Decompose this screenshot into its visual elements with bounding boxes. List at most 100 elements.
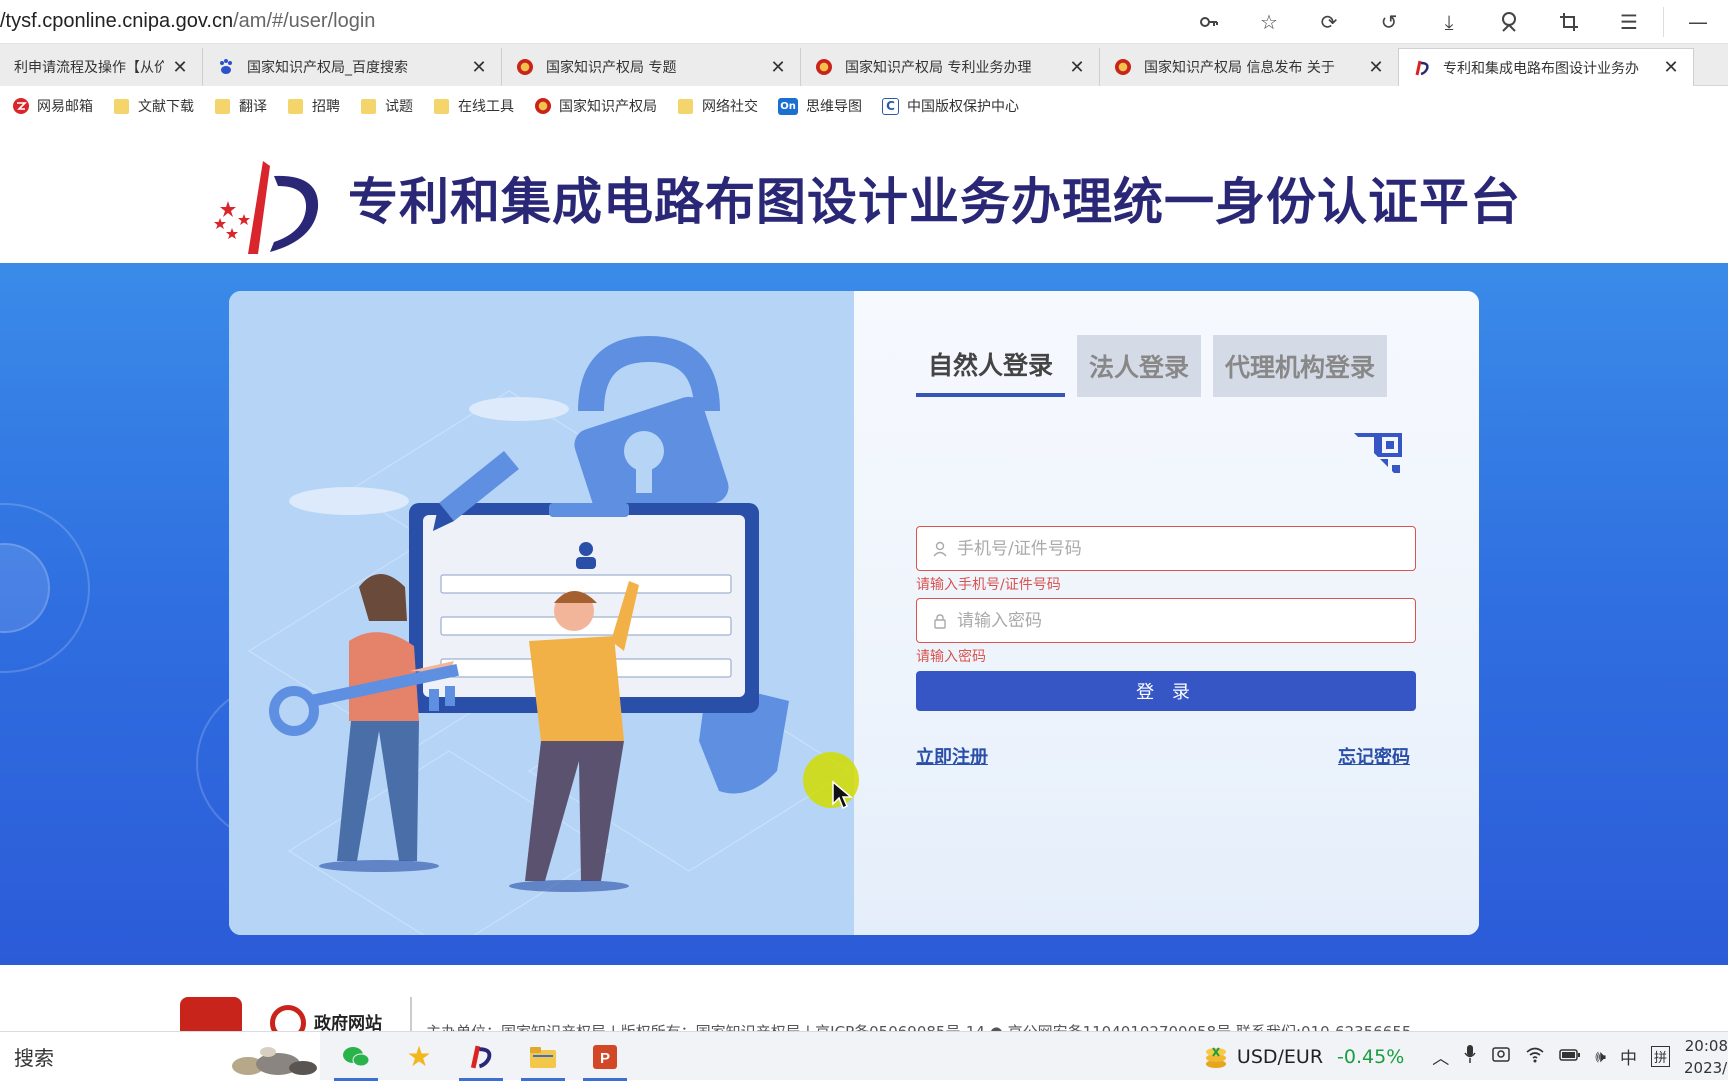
tab-label: 国家知识产权局 专利业务办理 [845,60,1032,76]
login-form-panel: 自然人登录 法人登录 代理机构登录 请输入手机号/证件号码 [854,291,1479,935]
folder-icon [433,98,450,115]
account-input[interactable] [957,538,1415,559]
bookmark-item[interactable]: 招聘 [287,96,340,116]
account-error: 请输入手机号/证件号码 [916,577,1061,593]
hero-band: 自然人登录 法人登录 代理机构登录 请输入手机号/证件号码 [0,263,1728,965]
browser-tab[interactable]: 利申请流程及操作【从价 ✕ [0,48,203,86]
microphone-icon[interactable] [1463,1044,1477,1069]
mouse-pointer-icon [832,780,854,810]
wifi-icon[interactable] [1525,1045,1545,1068]
close-icon[interactable]: ✕ [170,57,190,78]
bookmark-label: 中国版权保护中心 [907,99,1019,115]
bookmark-item[interactable]: 国家知识产权局 [534,96,657,116]
browser-app[interactable] [453,1032,509,1081]
ime-language[interactable]: 中 [1620,1044,1637,1069]
fx-pair: USD/EUR [1236,1045,1324,1068]
browser-tab-active[interactable]: 专利和集成电路布图设计业务办 ✕ [1399,48,1694,86]
bookmarks-bar: 网易邮箱 文献下载 翻译 招聘 试题 在线工具 国家知识产权局 网络社交 On … [0,86,1728,126]
key-icon[interactable] [1179,0,1239,44]
tab-label: 国家知识产权局 信息发布 关于 [1144,60,1335,76]
tab-agency[interactable]: 代理机构登录 [1213,335,1388,397]
close-icon[interactable]: ✕ [1067,57,1087,78]
gov-site-icon [270,1005,306,1031]
bookmark-label: 翻译 [239,99,267,115]
close-icon[interactable]: ✕ [1661,57,1681,78]
bookmark-item[interactable]: 翻译 [214,96,267,116]
chevron-up-icon[interactable]: ︿ [1432,1044,1449,1069]
user-icon [931,540,949,558]
url-field[interactable]: /tysf.cponline.cnipa.gov.cn/am/#/user/lo… [0,10,375,33]
copyright-icon: C [882,97,899,115]
crop-icon[interactable] [1539,0,1599,44]
bookmark-item[interactable]: 网络社交 [677,96,758,116]
close-icon[interactable]: ✕ [768,57,788,78]
bookmark-item[interactable]: C 中国版权保护中心 [882,96,1019,116]
folder-icon [360,98,377,115]
download-icon[interactable]: ⤓ [1419,0,1479,44]
folder-icon [530,1046,556,1068]
bookmark-label: 思维导图 [806,99,862,115]
divider [410,997,412,1031]
volume-icon[interactable]: 🕪 [1595,1047,1606,1067]
tab-label: 专利和集成电路布图设计业务办 [1443,60,1639,77]
menu-icon[interactable]: ☰ [1599,0,1659,44]
wechat-app[interactable] [328,1032,384,1081]
tab-legal-person[interactable]: 法人登录 [1077,335,1202,397]
browser-tab[interactable]: 国家知识产权局 专题 ✕ [502,48,801,86]
stones-decoration [232,1047,317,1075]
favorites-app[interactable]: ★ [391,1032,447,1081]
browser-tab[interactable]: 国家知识产权局_百度搜索 ✕ [203,48,502,86]
undo-icon[interactable]: ↺ [1359,0,1419,44]
taskbar: 搜索 ★ P USD/EUR -0.45% ︿ 🕪 中 拼 20:08 2023… [0,1031,1728,1081]
site-header: 专利和集成电路布图设计业务办理统一身份认证平台 [0,126,1728,263]
system-tray: USD/EUR -0.45% ︿ 🕪 中 拼 20:08 2023/7/ [1203,1032,1728,1081]
account-field[interactable] [916,526,1416,571]
tab-strip: 利申请流程及操作【从价 ✕ 国家知识产权局_百度搜索 ✕ 国家知识产权局 专题 … [0,44,1728,124]
refresh-icon[interactable]: ⟳ [1299,0,1359,44]
close-icon[interactable]: ✕ [1366,57,1386,78]
powerpoint-app[interactable]: P [577,1032,633,1081]
clock-time: 20:08 [1684,1036,1728,1055]
svg-text:P: P [600,1050,610,1067]
bookmark-label: 试题 [385,99,413,115]
browser-tab[interactable]: 国家知识产权局 专利业务办理 ✕ [801,48,1100,86]
star-icon[interactable]: ☆ [1239,0,1299,44]
bookmark-item[interactable]: 文献下载 [113,96,194,116]
emblem-icon [534,98,551,115]
url-path: /am/#/user/login [233,10,376,32]
screenshot-icon[interactable] [1491,1044,1511,1069]
password-field[interactable] [916,598,1416,643]
bookmark-label: 文献下载 [138,99,194,115]
fx-widget[interactable]: USD/EUR -0.45% [1203,1044,1404,1070]
bookmark-item[interactable]: 网易邮箱 [12,96,93,116]
minimize-icon[interactable]: — [1668,0,1728,44]
login-illustration [229,291,854,935]
lock-icon [931,612,949,630]
qr-code-icon[interactable] [1354,433,1404,483]
coins-icon [1205,1046,1226,1068]
login-card: 自然人登录 法人登录 代理机构登录 请输入手机号/证件号码 [229,291,1479,935]
login-button[interactable]: 登 录 [916,671,1416,711]
system-clock[interactable]: 20:08 2023/7/ [1684,1035,1728,1079]
file-explorer-app[interactable] [515,1032,571,1081]
close-icon[interactable]: ✕ [469,57,489,78]
bookmark-item[interactable]: 试题 [360,96,413,116]
account-icon[interactable] [1479,0,1539,44]
bookmark-item[interactable]: 在线工具 [433,96,514,116]
powerpoint-icon: P [593,1044,617,1069]
browser-tab[interactable]: 国家知识产权局 信息发布 关于 ✕ [1100,48,1399,86]
password-input[interactable] [957,610,1415,631]
tab-label: 国家知识产权局_百度搜索 [247,60,408,76]
address-bar[interactable]: /tysf.cponline.cnipa.gov.cn/am/#/user/lo… [0,0,1728,44]
folder-icon [113,98,130,115]
bookmark-item[interactable]: On 思维导图 [778,96,862,116]
forgot-password-link[interactable]: 忘记密码 [1338,743,1410,769]
emblem-icon [815,58,833,76]
bookmark-label: 网络社交 [702,99,758,115]
ime-mode[interactable]: 拼 [1650,1046,1670,1067]
tab-natural-person[interactable]: 自然人登录 [916,335,1066,397]
register-link[interactable]: 立即注册 [916,743,988,769]
wechat-icon [343,1046,370,1066]
battery-icon[interactable] [1559,1047,1581,1067]
tab-label: 利申请流程及操作【从价 [14,60,164,76]
